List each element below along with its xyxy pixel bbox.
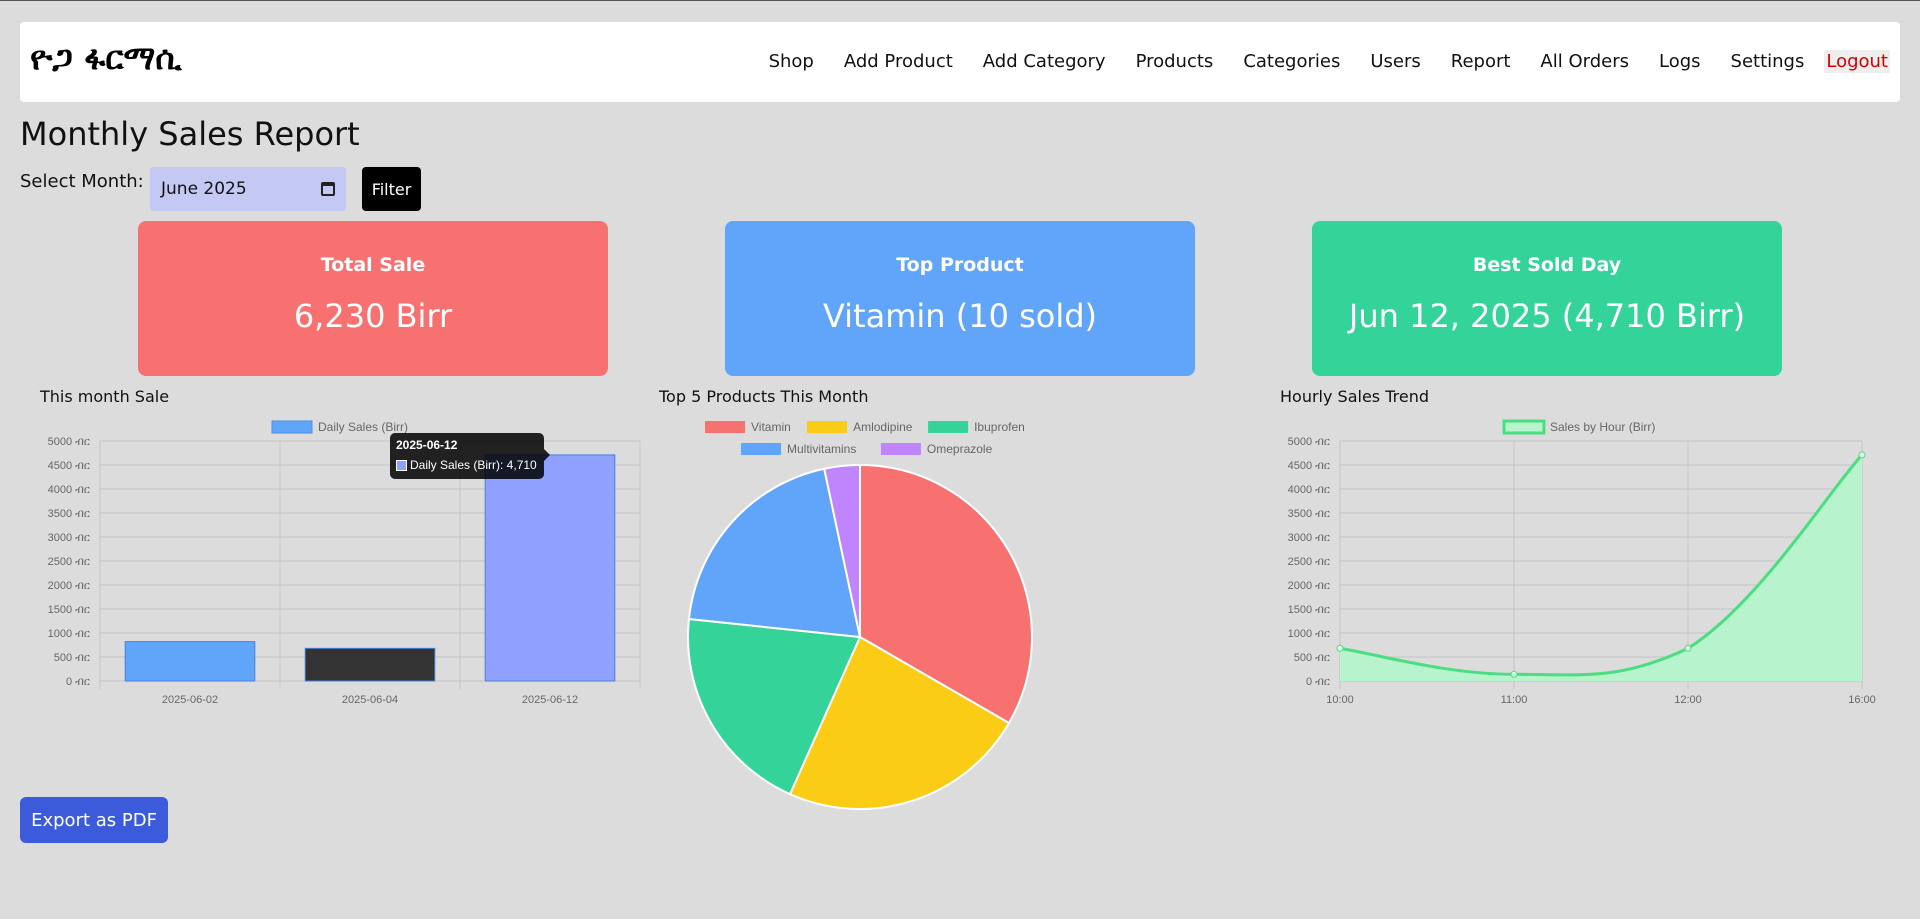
- month-value: June 2025: [161, 179, 247, 199]
- top-product-card: Top Product Vitamin (10 sold): [725, 221, 1195, 376]
- nav-links: Shop Add Product Add Category Products C…: [739, 50, 1890, 73]
- nav-link-products[interactable]: Products: [1136, 51, 1214, 72]
- y-tick-label: 4000 ብር: [1288, 484, 1330, 496]
- legend-label: Sales by Hour (Birr): [1550, 420, 1655, 434]
- y-tick-label: 3500 ብር: [48, 508, 90, 520]
- y-tick-label: 500 ብር: [54, 652, 90, 664]
- legend-swatch: [705, 421, 745, 433]
- legend-swatch: [880, 443, 921, 455]
- y-tick-label: 2500 ብር: [1288, 556, 1330, 568]
- month-label: Select Month:: [20, 171, 144, 192]
- y-tick-label: 2000 ብር: [48, 580, 90, 592]
- pie-chart-title: Top 5 Products This Month: [659, 387, 869, 406]
- nav-link-settings[interactable]: Settings: [1731, 51, 1805, 72]
- card-title: Total Sale: [320, 254, 426, 276]
- x-tick-label: 16:00: [1848, 694, 1876, 706]
- y-tick-label: 1500 ብር: [1288, 604, 1330, 616]
- y-tick-label: 1500 ብር: [48, 604, 90, 616]
- y-tick-label: 2000 ብር: [1288, 580, 1330, 592]
- bar-chart[interactable]: Daily Sales (Birr) 0 ብር 500 ብር 1000 ብር 1500 …: [30, 411, 650, 711]
- y-tick-label: 3500 ብር: [1288, 508, 1330, 520]
- data-point: [1510, 670, 1518, 678]
- y-tick-label: 5000 ብር: [48, 436, 90, 448]
- card-value: 6,230 Birr: [293, 297, 453, 335]
- page-title: Monthly Sales Report: [20, 115, 360, 153]
- y-tick-label: 1000 ብር: [48, 628, 90, 640]
- y-tick-label: 3000 ብር: [1288, 532, 1330, 544]
- x-tick-label: 12:00: [1674, 694, 1702, 706]
- legend-swatch: [271, 420, 313, 434]
- nav-link-logout[interactable]: Logout: [1824, 50, 1890, 73]
- x-tick-label: 2025-06-04: [342, 694, 398, 706]
- legend-label: Multivitamins: [787, 442, 856, 456]
- bar-chart-title: This month Sale: [40, 387, 170, 406]
- legend-label: Vitamin: [751, 420, 791, 434]
- nav-link-add-product[interactable]: Add Product: [844, 51, 953, 72]
- nav-link-users[interactable]: Users: [1370, 51, 1420, 72]
- pie-chart[interactable]: Vitamin Amlodipine Ibuprofen Multivitamins O…: [655, 411, 1075, 811]
- legend-swatch: [741, 443, 781, 455]
- legend-label: Ibuprofen: [974, 420, 1025, 434]
- bar: [124, 641, 256, 682]
- card-title: Top Product: [896, 254, 1024, 276]
- nav-link-all-orders[interactable]: All Orders: [1540, 51, 1629, 72]
- legend-swatch: [807, 421, 848, 433]
- legend-swatch: [1502, 419, 1546, 435]
- y-tick-label: 0 ብር: [66, 676, 90, 688]
- y-tick-label: 4500 ብር: [1288, 460, 1330, 472]
- y-tick-label: 4000 ብር: [48, 484, 90, 496]
- total-sale-card: Total Sale 6,230 Birr: [138, 221, 608, 376]
- line-chart-title: Hourly Sales Trend: [1280, 387, 1429, 406]
- nav-link-logs[interactable]: Logs: [1659, 51, 1701, 72]
- x-tick-label: 2025-06-12: [522, 694, 578, 706]
- legend-label: Omeprazole: [927, 442, 993, 456]
- tooltip-body: Daily Sales (Birr): 4,710: [410, 458, 537, 472]
- legend-label: Daily Sales (Birr): [318, 420, 408, 434]
- legend-label: Amlodipine: [853, 420, 913, 434]
- card-value: Vitamin (10 sold): [822, 297, 1098, 335]
- export-pdf-button[interactable]: Export as PDF: [20, 797, 168, 843]
- nav-link-categories[interactable]: Categories: [1243, 51, 1340, 72]
- y-tick-label: 500 ብር: [1294, 652, 1330, 664]
- nav-link-shop[interactable]: Shop: [769, 51, 814, 72]
- y-tick-label: 0 ብር: [1306, 676, 1330, 688]
- y-tick-label: 3000 ብር: [48, 532, 90, 544]
- data-point: [1336, 644, 1344, 652]
- card-value: Jun 12, 2025 (4,710 Birr): [1348, 297, 1746, 335]
- bar: [304, 647, 436, 682]
- y-tick-label: 2500 ብር: [48, 556, 90, 568]
- y-tick-label: 5000 ብር: [1288, 436, 1330, 448]
- line-chart[interactable]: Sales by Hour (Birr) 0 ብር 500 ብር 1000 ብር 150…: [1270, 411, 1890, 711]
- y-tick-label: 1000 ብር: [1288, 628, 1330, 640]
- data-point: [1858, 451, 1866, 459]
- navbar: ዮጋ ፋርማሲ Shop Add Product Add Category Pr…: [20, 22, 1900, 102]
- bar: [484, 454, 616, 682]
- tooltip-title: 2025-06-12: [396, 438, 458, 452]
- nav-link-report[interactable]: Report: [1451, 51, 1511, 72]
- best-sold-day-card: Best Sold Day Jun 12, 2025 (4,710 Birr): [1312, 221, 1782, 376]
- tooltip-swatch: [396, 460, 407, 471]
- x-tick-label: 11:00: [1501, 694, 1528, 706]
- calendar-icon[interactable]: [321, 182, 335, 196]
- legend-swatch: [928, 421, 969, 433]
- card-title: Best Sold Day: [1472, 254, 1622, 276]
- brand-logo[interactable]: ዮጋ ፋርማሲ: [30, 38, 182, 78]
- y-tick-label: 4500 ብር: [48, 460, 90, 472]
- x-tick-label: 2025-06-02: [162, 694, 218, 706]
- month-input[interactable]: June 2025: [150, 167, 346, 211]
- filter-button[interactable]: Filter: [362, 167, 421, 211]
- nav-link-add-category[interactable]: Add Category: [983, 51, 1106, 72]
- x-tick-label: 10:00: [1326, 694, 1354, 706]
- data-point: [1684, 644, 1692, 652]
- chart-tooltip: 2025-06-12 Daily Sales (Birr): 4,710: [390, 433, 550, 479]
